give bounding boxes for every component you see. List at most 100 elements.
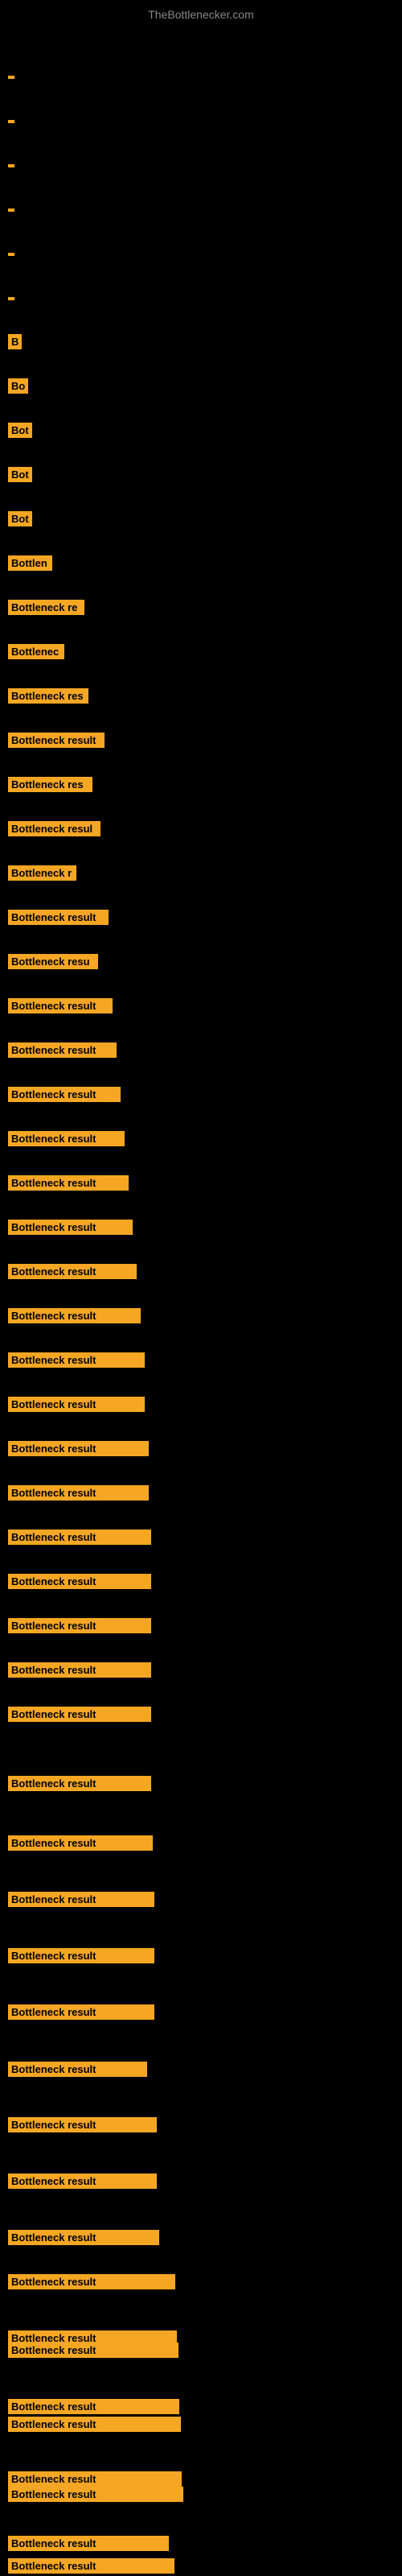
bar-row <box>8 290 14 304</box>
bar-label: Bot <box>8 467 32 482</box>
bar-label: Bottleneck res <box>8 777 92 792</box>
bar-row: Bottleneck result <box>8 2471 182 2487</box>
bar-row <box>8 113 14 127</box>
bar-label: Bot <box>8 511 32 526</box>
bar-row: Bottleneck result <box>8 2417 181 2432</box>
bar-row: Bottleneck result <box>8 1131 125 1146</box>
bar-row: Bottleneck result <box>8 1308 141 1323</box>
bar-row: Bottleneck result <box>8 1087 121 1102</box>
bar-row: Bottleneck result <box>8 1042 117 1058</box>
bar-label: Bottleneck result <box>8 733 105 748</box>
bar-label <box>8 297 14 300</box>
bar-label: Bottleneck result <box>8 2343 178 2358</box>
bar-row: Bottleneck result <box>8 1441 149 1456</box>
bar-row: Bottleneck result <box>8 2274 175 2289</box>
bar-row <box>8 246 14 260</box>
bar-row: Bottleneck result <box>8 2343 178 2358</box>
bar-row: Bo <box>8 378 28 394</box>
bar-row: Bottleneck result <box>8 1662 151 1678</box>
bar-row <box>8 68 14 83</box>
bar-row: Bottleneck result <box>8 910 109 925</box>
bar-row: Bottleneck result <box>8 733 105 748</box>
bar-row: Bottleneck result <box>8 1948 154 1963</box>
bar-label: Bottleneck result <box>8 1220 133 1235</box>
bar-row: Bottleneck result <box>8 2230 159 2245</box>
bar-label: Bottleneck result <box>8 1397 145 1412</box>
bar-label: Bottleneck result <box>8 1892 154 1907</box>
bar-label: Bottleneck result <box>8 2471 182 2487</box>
bar-row: Bottlenec <box>8 644 64 659</box>
bar-row: Bot <box>8 467 32 482</box>
bar-row: Bottleneck res <box>8 688 88 704</box>
bar-row: Bottleneck result <box>8 1220 133 1235</box>
bar-label: Bottlenec <box>8 644 64 659</box>
bar-row: Bottleneck result <box>8 2399 179 2414</box>
bar-label: Bottleneck resu <box>8 954 98 969</box>
bar-label: Bottleneck result <box>8 998 113 1013</box>
bar-label <box>8 208 14 212</box>
bar-row: Bottleneck result <box>8 1352 145 1368</box>
bar-label <box>8 120 14 123</box>
bar-label: Bottleneck result <box>8 2536 169 2551</box>
bar-row: Bottleneck result <box>8 1707 151 1722</box>
bar-label: Bottleneck result <box>8 1352 145 1368</box>
bar-label: Bottleneck re <box>8 600 84 615</box>
bar-row: Bottleneck result <box>8 1175 129 1191</box>
bar-row: Bottleneck result <box>8 1892 154 1907</box>
bar-row: Bottleneck result <box>8 2558 174 2574</box>
bar-row: Bottleneck result <box>8 2487 183 2502</box>
bar-label: Bo <box>8 378 28 394</box>
bar-label: Bottleneck result <box>8 2230 159 2245</box>
bar-row: Bottleneck result <box>8 1264 137 1279</box>
bar-row: Bottleneck result <box>8 2117 157 2132</box>
bar-label: Bottleneck result <box>8 1530 151 1545</box>
bar-label: Bottleneck result <box>8 2274 175 2289</box>
bar-row: Bottleneck result <box>8 2536 169 2551</box>
bar-row: Bottleneck result <box>8 2174 157 2189</box>
bar-row: Bottleneck result <box>8 1397 145 1412</box>
bar-label: Bottleneck result <box>8 1948 154 1963</box>
bar-label: Bottleneck result <box>8 1707 151 1722</box>
bar-row: Bottleneck res <box>8 777 92 792</box>
bar-row <box>8 157 14 171</box>
bar-label: Bottleneck result <box>8 1308 141 1323</box>
bar-label: Bottleneck result <box>8 1618 151 1633</box>
bar-row: Bot <box>8 511 32 526</box>
bar-label: Bottleneck result <box>8 1776 151 1791</box>
bar-label <box>8 76 14 79</box>
bar-row: Bot <box>8 423 32 438</box>
bar-label: Bot <box>8 423 32 438</box>
bar-label: Bottleneck result <box>8 2062 147 2077</box>
bar-label: Bottleneck result <box>8 1042 117 1058</box>
bar-label: Bottleneck result <box>8 2399 179 2414</box>
bar-label: Bottleneck resul <box>8 821 100 836</box>
bar-row: Bottleneck result <box>8 1776 151 1791</box>
bar-row <box>8 201 14 216</box>
bar-row: Bottleneck result <box>8 2004 154 2020</box>
bar-label: Bottleneck result <box>8 910 109 925</box>
bar-row: Bottleneck result <box>8 1530 151 1545</box>
bar-label: Bottleneck result <box>8 1264 137 1279</box>
bar-label <box>8 164 14 167</box>
bar-label: Bottleneck result <box>8 1485 149 1501</box>
bar-label: Bottleneck result <box>8 1835 153 1851</box>
bar-row: Bottleneck result <box>8 1485 149 1501</box>
bar-label <box>8 253 14 256</box>
bar-row: Bottleneck result <box>8 1835 153 1851</box>
bar-row: Bottleneck resul <box>8 821 100 836</box>
bar-row: B <box>8 334 22 349</box>
bar-label: Bottleneck result <box>8 2487 183 2502</box>
bar-label: Bottleneck result <box>8 2117 157 2132</box>
bar-label: Bottleneck result <box>8 1175 129 1191</box>
bar-label: Bottleneck result <box>8 2558 174 2574</box>
bar-label: Bottlen <box>8 555 52 571</box>
bar-label: Bottleneck result <box>8 1574 151 1589</box>
bar-row: Bottleneck result <box>8 2062 147 2077</box>
bar-row: Bottleneck resu <box>8 954 98 969</box>
bar-label: Bottleneck r <box>8 865 76 881</box>
bar-label: Bottleneck result <box>8 1441 149 1456</box>
bar-label: Bottleneck res <box>8 688 88 704</box>
bar-label: Bottleneck result <box>8 1131 125 1146</box>
bar-label: Bottleneck result <box>8 2174 157 2189</box>
bar-label: Bottleneck result <box>8 2004 154 2020</box>
